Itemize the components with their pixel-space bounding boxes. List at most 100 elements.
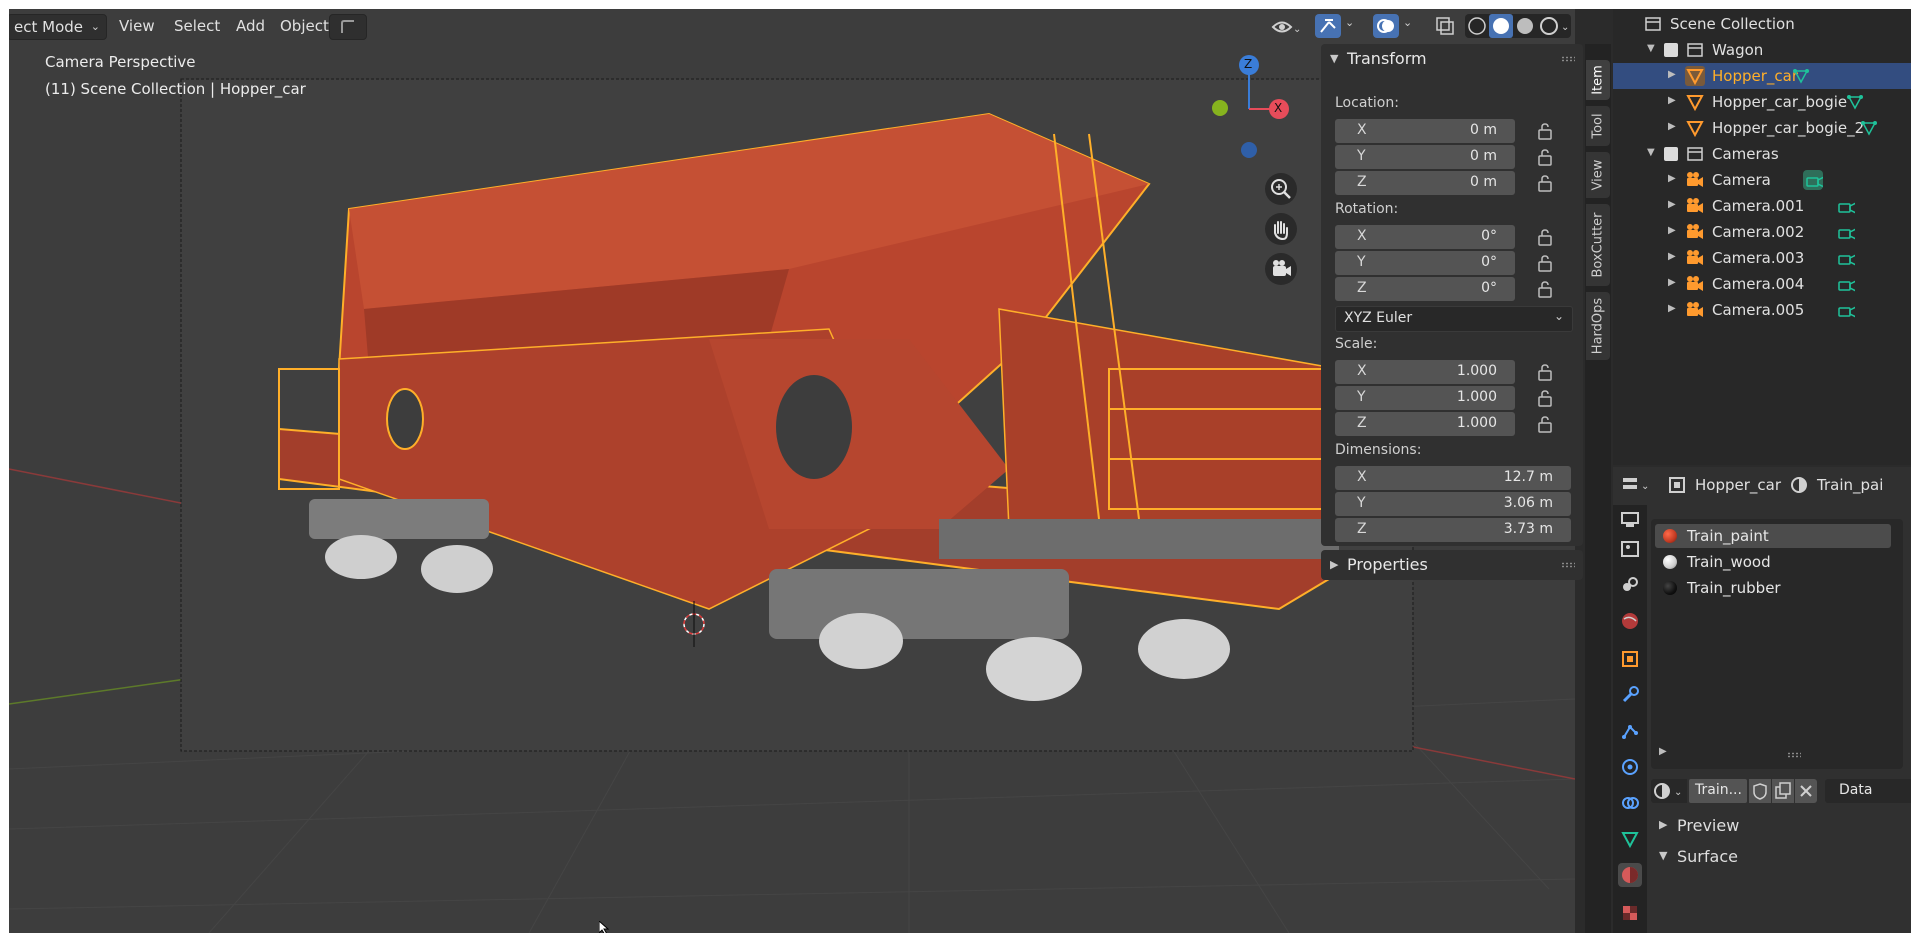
transform-panel-header[interactable]: ▼ Transform — [1321, 44, 1583, 74]
location-z-field[interactable]: Z 0 m — [1335, 171, 1515, 195]
lock-icon[interactable] — [1537, 279, 1555, 299]
link-data-select[interactable]: Data — [1825, 779, 1911, 803]
unlink-material-icon[interactable] — [1795, 779, 1817, 803]
wireframe-shading-icon[interactable] — [1468, 17, 1486, 35]
outliner-row-hopper-car[interactable]: ▶ Hopper_car — [1613, 63, 1911, 89]
tab-tool[interactable]: Tool — [1586, 106, 1610, 146]
dimensions-y-field[interactable]: Y 3.06 m — [1335, 492, 1571, 516]
lock-icon[interactable] — [1537, 227, 1555, 247]
modifier-wrench-icon[interactable] — [1618, 683, 1642, 707]
resize-grip-icon[interactable] — [1787, 752, 1801, 758]
browse-material-button[interactable]: ⌄ — [1651, 779, 1687, 803]
camera-data-icon[interactable] — [1835, 196, 1855, 216]
outliner-row-hopper-car-bogie-2[interactable]: ▶ Hopper_car_bogie_2 — [1613, 115, 1911, 141]
preview-section-header[interactable]: ▶ Preview — [1647, 811, 1911, 841]
scale-y-field[interactable]: Y 1.000 — [1335, 386, 1515, 410]
zoom-icon[interactable] — [1265, 173, 1297, 205]
world-tab-icon[interactable] — [1618, 609, 1642, 633]
scale-z-field[interactable]: Z 1.000 — [1335, 412, 1515, 436]
outliner-row-cameras[interactable]: ▼ Cameras — [1613, 141, 1911, 167]
lock-icon[interactable] — [1537, 388, 1555, 408]
outliner-row-camera-005[interactable]: ▶ Camera.005 — [1613, 297, 1911, 323]
material-shading-icon[interactable] — [1517, 18, 1533, 34]
rotation-y-field[interactable]: Y 0° — [1335, 251, 1515, 275]
location-x-field[interactable]: X 0 m — [1335, 119, 1515, 143]
menu-add[interactable]: Add — [230, 14, 271, 38]
mesh-data-icon[interactable] — [1859, 118, 1879, 138]
camera-view-icon[interactable] — [1265, 253, 1297, 285]
rotation-z-field[interactable]: Z 0° — [1335, 277, 1515, 301]
checkbox-icon[interactable] — [1664, 43, 1678, 57]
render-tab-icon[interactable] — [1618, 507, 1642, 531]
lock-icon[interactable] — [1537, 253, 1555, 273]
collapse-triangle-icon[interactable]: ▼ — [1647, 147, 1655, 158]
texture-tab-icon[interactable] — [1618, 901, 1642, 925]
drag-grip-icon[interactable] — [1561, 562, 1575, 568]
expand-triangle-icon[interactable]: ▶ — [1668, 303, 1676, 314]
outliner-row-scene-collection[interactable]: Scene Collection — [1613, 11, 1911, 37]
mesh-data-icon[interactable] — [1791, 66, 1811, 86]
expand-triangle-icon[interactable]: ▶ — [1668, 95, 1676, 106]
tab-hardops[interactable]: HardOps — [1586, 292, 1610, 360]
overlays-dropdown-icon[interactable]: ⌄ — [1403, 16, 1412, 29]
lock-icon[interactable] — [1537, 121, 1555, 141]
fake-user-shield-icon[interactable] — [1749, 779, 1771, 803]
outliner-row-hopper-car-bogie[interactable]: ▶ Hopper_car_bogie — [1613, 89, 1911, 115]
pan-hand-icon[interactable] — [1265, 213, 1297, 245]
expand-triangle-icon[interactable]: ▶ — [1659, 746, 1667, 757]
mode-selector[interactable]: ect Mode ⌄ — [9, 14, 107, 40]
outliner-row-camera-001[interactable]: ▶ Camera.001 — [1613, 193, 1911, 219]
lock-icon[interactable] — [1537, 414, 1555, 434]
expand-triangle-icon[interactable]: ▶ — [1668, 69, 1676, 80]
outliner-row-camera-003[interactable]: ▶ Camera.003 — [1613, 245, 1911, 271]
checkbox-icon[interactable] — [1664, 147, 1678, 161]
material-tab-icon[interactable] — [1618, 863, 1642, 887]
menu-object[interactable]: Object — [274, 14, 335, 38]
material-slot-train-rubber[interactable]: Train_rubber — [1655, 576, 1891, 600]
drag-grip-icon[interactable] — [1561, 56, 1575, 62]
properties-panel-header[interactable]: ▶ Properties — [1321, 550, 1583, 580]
visibility-icon[interactable]: ⌄ — [1271, 17, 1301, 37]
rendered-shading-icon[interactable] — [1540, 17, 1558, 35]
outliner-row-wagon[interactable]: ▼ Wagon — [1613, 37, 1911, 63]
tab-boxcutter[interactable]: BoxCutter — [1586, 204, 1610, 286]
surface-section-header[interactable]: ▼ Surface — [1647, 842, 1911, 872]
particles-tab-icon[interactable] — [1618, 719, 1642, 743]
editor-type-icon[interactable]: ⌄ — [1621, 475, 1655, 495]
expand-triangle-icon[interactable]: ▶ — [1668, 277, 1676, 288]
menu-view[interactable]: View — [113, 14, 161, 38]
material-slot-train-paint[interactable]: Train_paint — [1655, 524, 1891, 548]
camera-data-icon[interactable] — [1803, 170, 1823, 190]
expand-triangle-icon[interactable]: ▶ — [1668, 251, 1676, 262]
lock-icon[interactable] — [1537, 173, 1555, 193]
expand-triangle-icon[interactable]: ▶ — [1668, 173, 1676, 184]
output-tab-icon[interactable] — [1618, 537, 1642, 561]
duplicate-material-icon[interactable] — [1772, 779, 1794, 803]
material-slot-train-wood[interactable]: Train_wood — [1655, 550, 1891, 574]
lock-icon[interactable] — [1537, 147, 1555, 167]
outliner-row-camera[interactable]: ▶ Camera — [1613, 167, 1911, 193]
snap-dropdown[interactable] — [329, 14, 367, 40]
dimensions-x-field[interactable]: X 12.7 m — [1335, 466, 1571, 490]
lock-icon[interactable] — [1537, 362, 1555, 382]
object-tab-icon[interactable] — [1618, 647, 1642, 671]
outliner-row-camera-004[interactable]: ▶ Camera.004 — [1613, 271, 1911, 297]
camera-data-icon[interactable] — [1835, 222, 1855, 242]
scale-x-field[interactable]: X 1.000 — [1335, 360, 1515, 384]
outliner-row-camera-002[interactable]: ▶ Camera.002 — [1613, 219, 1911, 245]
view-layer-tab-icon[interactable] — [1618, 573, 1642, 597]
tab-item[interactable]: Item — [1586, 60, 1610, 100]
expand-triangle-icon[interactable]: ▶ — [1668, 199, 1676, 210]
constraints-tab-icon[interactable] — [1618, 791, 1642, 815]
rotation-mode-select[interactable]: XYZ Euler ⌄ — [1335, 306, 1573, 332]
tab-view[interactable]: View — [1586, 152, 1610, 198]
xray-toggle-icon[interactable] — [1433, 14, 1457, 38]
physics-tab-icon[interactable] — [1618, 755, 1642, 779]
gizmo-dropdown-icon[interactable]: ⌄ — [1345, 16, 1354, 29]
location-y-field[interactable]: Y 0 m — [1335, 145, 1515, 169]
expand-triangle-icon[interactable]: ▶ — [1668, 225, 1676, 236]
solid-shading-icon[interactable] — [1493, 18, 1509, 34]
material-name-field[interactable]: Train... — [1689, 779, 1747, 803]
gizmo-toggle-icon[interactable] — [1315, 14, 1341, 38]
expand-triangle-icon[interactable]: ▶ — [1668, 121, 1676, 132]
